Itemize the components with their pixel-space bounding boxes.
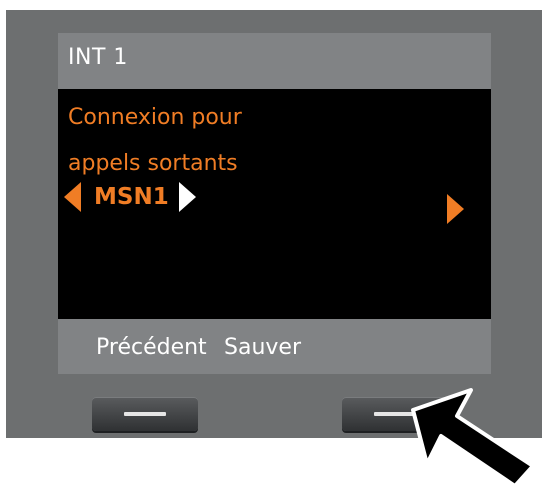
softkey-save-label[interactable]: Sauver	[224, 335, 301, 360]
next-option-icon[interactable]	[447, 194, 464, 224]
softkey-back-label[interactable]: Précédent	[96, 335, 207, 360]
header-title: INT 1	[68, 45, 128, 70]
button-line-icon	[124, 412, 166, 416]
setting-label-line2: appels sortants	[68, 151, 238, 176]
screen-body: Connexion pour appels sortants MSN1	[58, 89, 491, 319]
setting-label-line1: Connexion pour	[68, 105, 242, 130]
triangle-right-icon[interactable]	[178, 182, 196, 212]
screen-header: INT 1	[58, 33, 491, 89]
phone-bezel: INT 1 Connexion pour appels sortants MSN…	[6, 10, 542, 438]
arrow-pointer-icon	[411, 388, 535, 488]
selected-value: MSN1	[94, 184, 169, 210]
left-softkey-button[interactable]	[92, 397, 198, 431]
value-selector[interactable]: MSN1	[64, 181, 196, 213]
softkey-bar: Précédent Sauver	[58, 319, 491, 374]
triangle-left-icon[interactable]	[64, 182, 81, 212]
